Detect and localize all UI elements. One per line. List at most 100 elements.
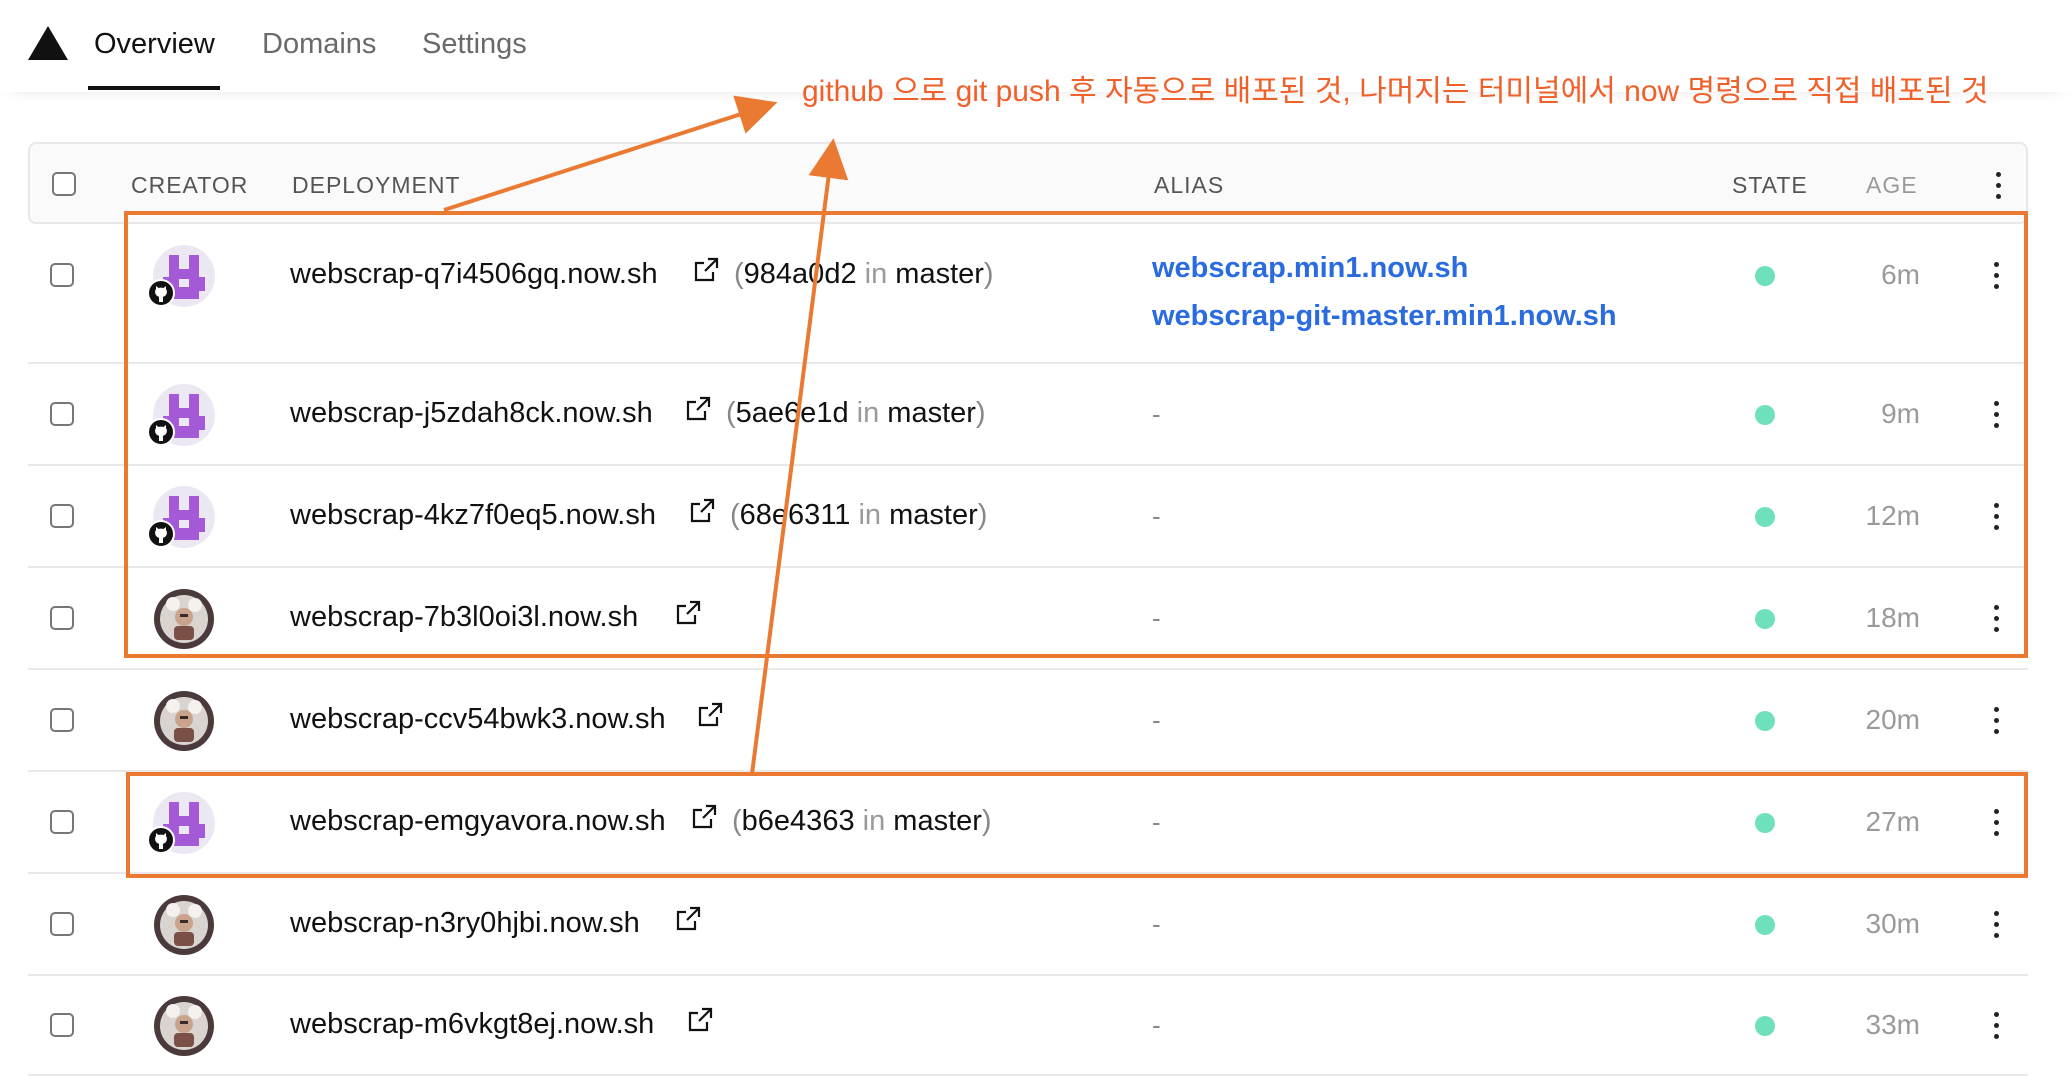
state-ready-dot [1755, 266, 1775, 286]
row-checkbox[interactable] [50, 708, 74, 732]
row-more-icon[interactable] [1982, 907, 2012, 943]
alias-link[interactable]: webscrap-git-master.min1.now.sh [1152, 300, 1617, 333]
table-row: webscrap-n3ry0hjbi.now.sh - 30m [28, 874, 2028, 976]
alias-empty: - [1152, 909, 1161, 939]
table-row: webscrap-q7i4506gq.now.sh (984a0d2 in mas… [28, 224, 2028, 364]
deployment-url[interactable]: webscrap-j5zdah8ck.now.sh [290, 397, 653, 430]
state-ready-dot [1755, 813, 1775, 833]
table-row: webscrap-ccv54bwk3.now.sh - 20m [28, 670, 2028, 772]
external-link-icon[interactable] [674, 599, 702, 627]
user-avatar-icon [154, 589, 214, 649]
branch-name[interactable]: master [893, 805, 982, 837]
alias-empty: - [1152, 501, 1161, 531]
branch-name[interactable]: master [895, 258, 984, 290]
row-checkbox[interactable] [50, 912, 74, 936]
deployment-url[interactable]: webscrap-q7i4506gq.now.sh [290, 258, 658, 291]
deployments-table: CREATOR DEPLOYMENT ALIAS STATE AGE [28, 142, 2028, 224]
creator-avatar [147, 486, 215, 548]
deployment-url[interactable]: webscrap-emgyavora.now.sh [290, 805, 666, 838]
table-row: webscrap-7b3l0oi3l.now.sh - 18m [28, 568, 2028, 670]
user-avatar-icon [154, 895, 214, 955]
row-checkbox[interactable] [50, 606, 74, 630]
active-tab-indicator [88, 86, 220, 90]
tab-domains[interactable]: Domains [262, 28, 376, 61]
deployment-age: 12m [1865, 500, 1920, 531]
select-all-checkbox[interactable] [52, 172, 76, 196]
creator-avatar [147, 792, 215, 854]
branch-name[interactable]: master [889, 499, 978, 531]
commit-hash[interactable]: b6e4363 [742, 805, 855, 837]
deployment-age: 6m [1881, 259, 1920, 290]
deployment-age: 27m [1865, 806, 1920, 837]
header-alias: ALIAS [1154, 172, 1225, 198]
alias-empty: - [1152, 807, 1161, 837]
deployment-age: 9m [1881, 398, 1920, 429]
deployment-age: 18m [1865, 602, 1920, 633]
deployment-url[interactable]: webscrap-ccv54bwk3.now.sh [290, 703, 666, 736]
header-more-icon[interactable] [1984, 168, 2014, 204]
row-checkbox[interactable] [50, 810, 74, 834]
row-more-icon[interactable] [1982, 397, 2012, 433]
tab-overview[interactable]: Overview [94, 28, 215, 61]
state-ready-dot [1755, 711, 1775, 731]
alias-link[interactable]: webscrap.min1.now.sh [1152, 252, 1468, 285]
creator-avatar [147, 245, 215, 307]
row-checkbox[interactable] [50, 1013, 74, 1037]
table-row: webscrap-m6vkgt8ej.now.sh - 33m [28, 976, 2028, 1076]
external-link-icon[interactable] [686, 1006, 714, 1034]
row-more-icon[interactable] [1982, 1008, 2012, 1044]
github-icon [147, 826, 175, 854]
state-ready-dot [1755, 405, 1775, 425]
commit-hash[interactable]: 984a0d2 [744, 258, 857, 290]
zeit-logo-icon[interactable] [28, 26, 68, 60]
external-link-icon[interactable] [696, 701, 724, 729]
row-more-icon[interactable] [1982, 703, 2012, 739]
table-row: webscrap-j5zdah8ck.now.sh (5ae6e1d in mas… [28, 364, 2028, 466]
commit-hash[interactable]: 5ae6e1d [736, 397, 849, 429]
row-checkbox[interactable] [50, 504, 74, 528]
external-link-icon[interactable] [674, 905, 702, 933]
deployment-age: 33m [1865, 1009, 1920, 1040]
header-state: STATE [1732, 172, 1808, 198]
user-avatar-icon [154, 996, 214, 1056]
deployment-url[interactable]: webscrap-4kz7f0eq5.now.sh [290, 499, 656, 532]
external-link-icon[interactable] [684, 395, 712, 423]
alias-empty: - [1152, 705, 1161, 735]
external-link-icon[interactable] [692, 256, 720, 284]
tab-settings[interactable]: Settings [422, 28, 527, 61]
row-more-icon[interactable] [1982, 601, 2012, 637]
deployment-url[interactable]: webscrap-7b3l0oi3l.now.sh [290, 601, 638, 634]
commit-info: (5ae6e1d in master) [726, 397, 986, 429]
header-deployment: DEPLOYMENT [292, 172, 461, 198]
header-creator: CREATOR [131, 172, 249, 198]
row-more-icon[interactable] [1982, 805, 2012, 841]
commit-hash[interactable]: 68e6311 [740, 499, 851, 531]
branch-name[interactable]: master [887, 397, 976, 429]
commit-in-label: in [856, 397, 880, 429]
deployment-url[interactable]: webscrap-n3ry0hjbi.now.sh [290, 907, 640, 940]
state-ready-dot [1755, 609, 1775, 629]
commit-in-label: in [858, 499, 882, 531]
commit-in-label: in [864, 258, 888, 290]
commit-info: (b6e4363 in master) [732, 805, 992, 837]
alias-empty: - [1152, 603, 1161, 633]
header-age: AGE [1866, 172, 1918, 198]
commit-info: (984a0d2 in master) [734, 258, 994, 290]
deployment-url[interactable]: webscrap-m6vkgt8ej.now.sh [290, 1008, 654, 1041]
external-link-icon[interactable] [690, 803, 718, 831]
github-icon [147, 418, 175, 446]
alias-empty: - [1152, 1010, 1161, 1040]
state-ready-dot [1755, 1016, 1775, 1036]
creator-avatar [153, 894, 215, 956]
row-more-icon[interactable] [1982, 258, 2012, 294]
state-ready-dot [1755, 507, 1775, 527]
row-checkbox[interactable] [50, 263, 74, 287]
deployment-age: 20m [1865, 704, 1920, 735]
state-ready-dot [1755, 915, 1775, 935]
external-link-icon[interactable] [688, 497, 716, 525]
creator-avatar [147, 384, 215, 446]
user-avatar-icon [154, 691, 214, 751]
creator-avatar [153, 690, 215, 752]
row-checkbox[interactable] [50, 402, 74, 426]
row-more-icon[interactable] [1982, 499, 2012, 535]
